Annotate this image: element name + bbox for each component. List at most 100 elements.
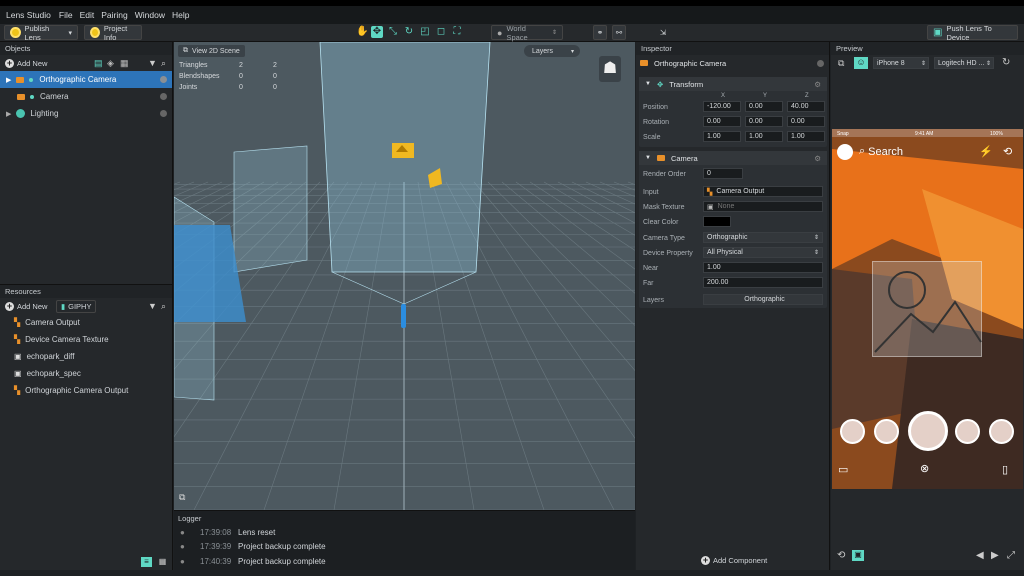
visibility-icon[interactable] xyxy=(160,93,167,100)
bounds-tool-icon[interactable]: ◻ xyxy=(435,26,447,38)
menu-lens-studio[interactable]: Lens Studio xyxy=(6,10,51,20)
mask-texture-field[interactable]: ▣ None xyxy=(703,201,823,212)
hierarchy-icon[interactable]: ▦ xyxy=(120,58,129,69)
resource-item[interactable]: ▚ Device Camera Texture xyxy=(0,331,172,348)
snap-mode-icon[interactable]: ▣ xyxy=(852,550,864,561)
menu-edit[interactable]: Edit xyxy=(80,10,95,20)
resource-item[interactable]: ▚ Camera Output xyxy=(0,314,172,331)
copy-icon[interactable]: ⧉ xyxy=(838,58,844,69)
menu-pairing[interactable]: Pairing xyxy=(101,10,127,20)
input-field[interactable]: ▚ Camera Output xyxy=(703,186,823,197)
lens-carousel-item[interactable] xyxy=(840,419,865,444)
memories-icon[interactable]: ▭ xyxy=(838,463,848,476)
position-z-field[interactable]: 40.00 xyxy=(787,101,825,112)
space-select[interactable]: ● World Space ⇕ xyxy=(491,24,563,42)
fit-view-icon[interactable]: ⧉ xyxy=(179,492,185,503)
link-icon[interactable]: ⚭ xyxy=(593,25,607,40)
position-y-field[interactable]: 0.00 xyxy=(745,101,783,112)
layers-dropdown[interactable]: Layers ▾ xyxy=(524,45,580,57)
camera-gizmo[interactable] xyxy=(401,304,406,328)
ghost-icon[interactable]: ☗ xyxy=(599,56,621,82)
video-icon[interactable]: ▶ xyxy=(991,550,999,561)
move-tool-icon[interactable]: ✥ xyxy=(371,26,383,38)
rotation-z-field[interactable]: 0.00 xyxy=(787,116,825,127)
object-item-camera[interactable]: Camera xyxy=(0,88,172,105)
rect-tool-icon[interactable]: ◰ xyxy=(419,26,431,38)
filter-icon[interactable]: ▼ xyxy=(148,58,157,68)
scale-z-field[interactable]: 1.00 xyxy=(787,131,825,142)
avatar[interactable] xyxy=(837,144,853,160)
settings-icon[interactable]: ⚙ xyxy=(814,80,821,89)
collapse-icon[interactable]: ▼ xyxy=(645,155,651,161)
export-icon[interactable]: ⇲ xyxy=(656,25,670,40)
face-icon[interactable]: ☺ xyxy=(854,57,868,69)
hand-tool-icon[interactable]: ✋ xyxy=(356,26,368,38)
render-order-field[interactable]: 0 xyxy=(703,168,743,179)
device-select[interactable]: iPhone 8 ⇕ xyxy=(873,57,929,69)
capture-button[interactable] xyxy=(908,411,948,451)
search-icon[interactable]: ⌕ xyxy=(161,301,166,312)
lens-carousel-item[interactable] xyxy=(989,419,1014,444)
scene-viewport[interactable]: ⧉ View 2D Scene Layers ▾ Triangles 2 2 Ble… xyxy=(174,42,635,510)
position-x-field[interactable]: -120.00 xyxy=(703,101,741,112)
project-info-button[interactable]: Project Info xyxy=(84,24,142,42)
clear-color-swatch[interactable] xyxy=(703,216,731,227)
view-2d-button[interactable]: ⧉ View 2D Scene xyxy=(178,45,245,57)
snap-search[interactable]: ⌕ Search xyxy=(859,145,903,158)
resource-item[interactable]: ▚ Orthographic Camera Output xyxy=(0,382,172,399)
push-lens-button[interactable]: ▣ Push Lens To Device xyxy=(927,24,1018,42)
settings-icon[interactable]: ⚙ xyxy=(814,154,821,163)
rotation-x-field[interactable]: 0.00 xyxy=(703,116,741,127)
unlink-icon[interactable]: ⚯ xyxy=(612,25,626,40)
layers-field[interactable]: Orthographic xyxy=(703,294,823,305)
chevron-down-icon[interactable]: ▾ xyxy=(68,29,72,37)
flash-icon[interactable]: ⚡ xyxy=(979,145,993,158)
collapse-icon[interactable]: ▼ xyxy=(645,81,651,87)
far-field[interactable]: 200.00 xyxy=(703,277,823,288)
lens-carousel-item[interactable] xyxy=(955,419,980,444)
lens-carousel-item[interactable] xyxy=(874,419,899,444)
expand-icon[interactable]: ⤢ xyxy=(1007,550,1015,561)
close-icon[interactable]: ⊗ xyxy=(920,462,929,475)
publish-lens-button[interactable]: Publish Lens ▾ xyxy=(4,24,78,42)
objects-add-new-button[interactable]: + Add New xyxy=(5,58,47,68)
resource-item[interactable]: ▣ echopark_spec xyxy=(0,365,172,382)
scale-y-field[interactable]: 1.00 xyxy=(745,131,783,142)
layers-icon[interactable]: ◈ xyxy=(107,58,114,69)
visibility-icon[interactable] xyxy=(160,110,167,117)
transform-header[interactable]: ▼ ✥ Transform ⚙ xyxy=(639,77,827,91)
scale-tool-icon[interactable]: ⤡ xyxy=(387,26,399,38)
rotation-y-field[interactable]: 0.00 xyxy=(745,116,783,127)
camera-type-select[interactable]: Orthographic ⇕ xyxy=(703,232,823,243)
object-name[interactable]: Orthographic Camera xyxy=(654,59,726,68)
menu-file[interactable]: File xyxy=(59,10,73,20)
flip-camera-icon[interactable]: ⟲ xyxy=(1003,145,1012,158)
ortho-camera-icon[interactable] xyxy=(392,143,414,158)
device-property-select[interactable]: All Physical ⇕ xyxy=(703,247,823,258)
expand-icon[interactable]: ▶ xyxy=(6,110,11,118)
list-view-icon[interactable]: ▤ xyxy=(94,58,103,69)
object-item-lighting[interactable]: ▶ Lighting xyxy=(0,105,172,122)
mute-icon[interactable]: ◀ xyxy=(976,550,984,561)
menu-window[interactable]: Window xyxy=(135,10,165,20)
camera-header[interactable]: ▼ Camera ⚙ xyxy=(639,151,827,165)
loop-icon[interactable]: ⟲ xyxy=(837,550,845,561)
filter-icon[interactable]: ▼ xyxy=(148,301,157,311)
grid-tool-icon[interactable]: ⛶ xyxy=(451,26,463,38)
near-field[interactable]: 1.00 xyxy=(703,262,823,273)
grid-mode-icon[interactable]: ▦ xyxy=(157,557,168,567)
visibility-icon[interactable] xyxy=(160,76,167,83)
menu-help[interactable]: Help xyxy=(172,10,189,20)
resources-add-new-button[interactable]: + Add New xyxy=(5,301,47,311)
expand-icon[interactable]: ▶ xyxy=(6,76,11,84)
giphy-button[interactable]: ▮ GIPHY xyxy=(56,299,97,313)
search-icon[interactable]: ⌕ xyxy=(161,58,166,69)
add-component-button[interactable]: + Add Component xyxy=(701,556,767,565)
refresh-icon[interactable]: ↻ xyxy=(1002,57,1010,68)
phone-preview[interactable]: Snap 9:41 AM 100% ⌕ Search ⚡ ⟲ ▭ ⊗ ▯ xyxy=(832,129,1023,489)
resource-item[interactable]: ▣ echopark_diff xyxy=(0,348,172,365)
rotate-tool-icon[interactable]: ↻ xyxy=(403,26,415,38)
camera-select[interactable]: Logitech HD ... ⇕ xyxy=(934,57,994,69)
stories-icon[interactable]: ▯ xyxy=(1002,463,1008,476)
object-item-orthographic-camera[interactable]: ▶ Orthographic Camera xyxy=(0,71,172,88)
